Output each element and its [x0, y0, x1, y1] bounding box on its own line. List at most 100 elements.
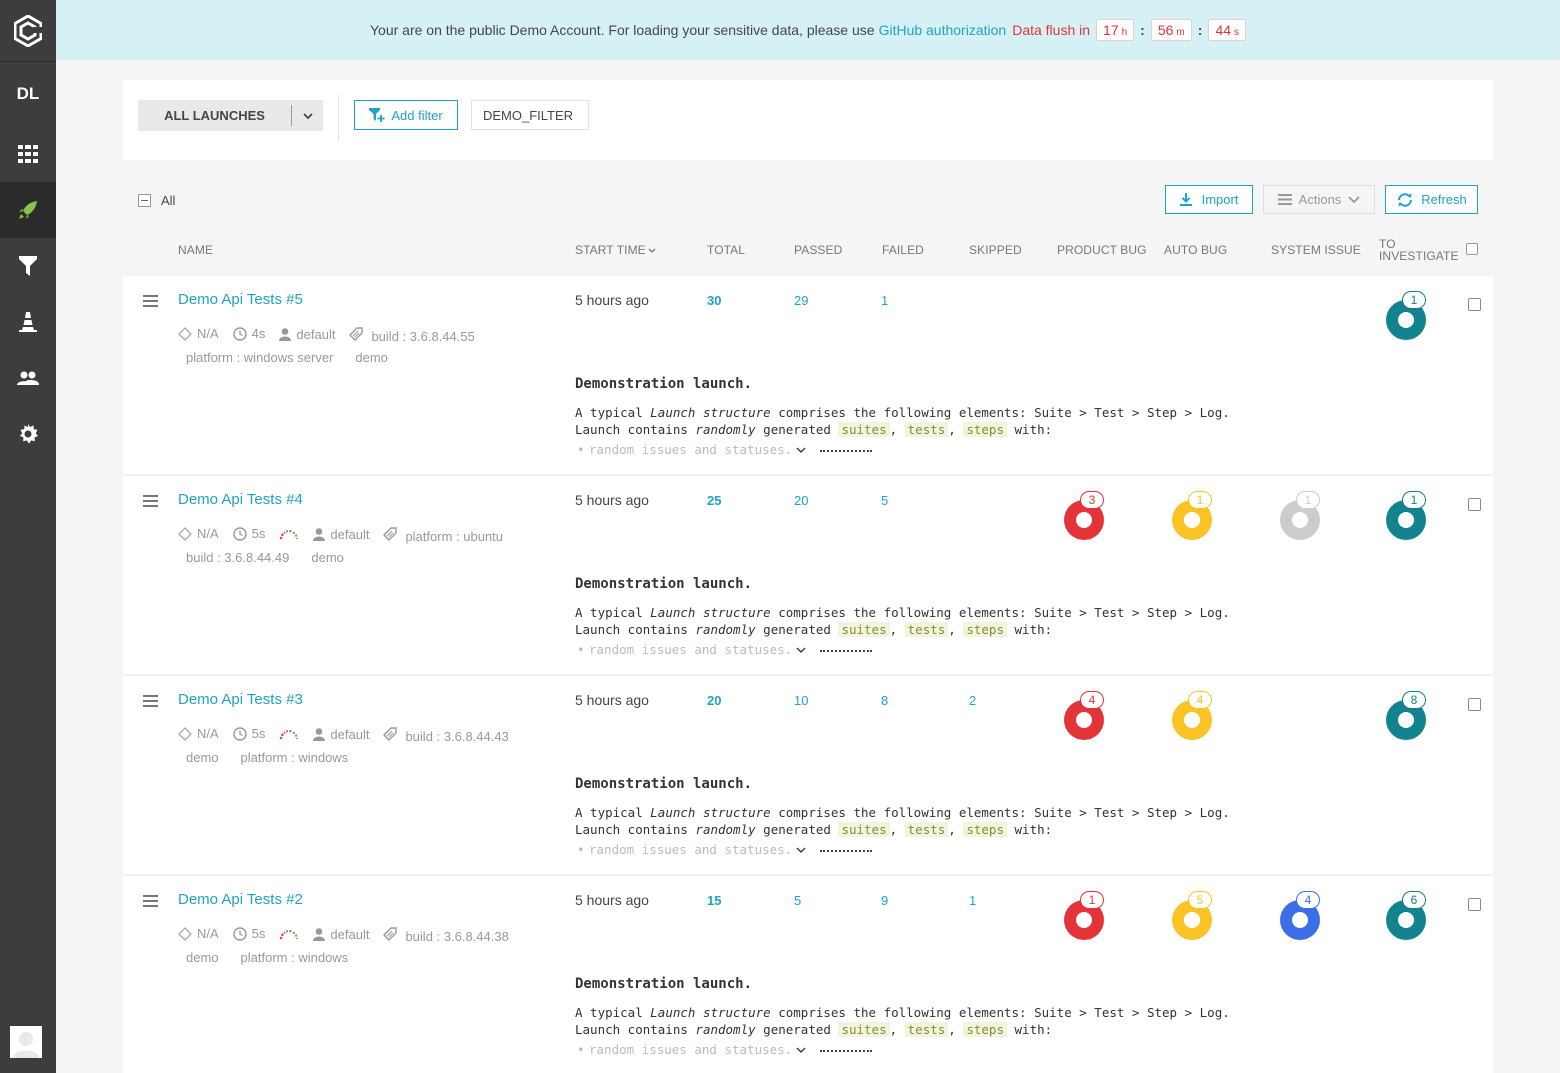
read-more-dots[interactable] — [820, 650, 873, 652]
drag-handle-icon[interactable] — [143, 895, 158, 910]
avatar[interactable] — [10, 1026, 42, 1058]
passed-count[interactable]: 20 — [794, 493, 808, 508]
chevron-down-icon[interactable] — [292, 112, 323, 119]
row-checkbox[interactable] — [1468, 698, 1481, 711]
drag-handle-icon[interactable] — [143, 695, 158, 710]
system-issue-donut[interactable]: 1 — [1280, 491, 1320, 540]
drag-handle-icon[interactable] — [143, 295, 158, 310]
attribute-tag[interactable]: build : 3.6.8.44.55 — [371, 329, 474, 344]
column-header-to-investigate[interactable]: TO INVESTIGATE — [1379, 238, 1459, 262]
total-count[interactable]: 15 — [707, 893, 721, 908]
sidebar-item-filters[interactable] — [0, 238, 56, 294]
auto-bug-badge[interactable]: 4 — [1188, 691, 1212, 709]
sidebar-item-settings[interactable] — [0, 406, 56, 462]
select-all-checkbox[interactable] — [138, 194, 151, 207]
auto-bug-donut[interactable]: 5 — [1172, 891, 1212, 940]
analysis-gauge[interactable] — [279, 929, 299, 941]
auto-bug-donut[interactable]: 1 — [1172, 491, 1212, 540]
passed-count[interactable]: 10 — [794, 693, 808, 708]
filter-tab-demo-filter[interactable]: DEMO_FILTER — [471, 100, 589, 130]
launch-name[interactable]: Demo Api Tests #2 — [178, 891, 303, 908]
row-checkbox[interactable] — [1468, 298, 1481, 311]
sidebar-item-dashboard[interactable] — [0, 126, 56, 182]
sidebar-item-debug[interactable] — [0, 294, 56, 350]
attribute-tag[interactable]: demo — [186, 750, 219, 765]
skipped-count[interactable]: 1 — [969, 893, 976, 908]
passed-count[interactable]: 5 — [794, 893, 801, 908]
product-bug-donut[interactable]: 3 — [1064, 491, 1104, 540]
all-launches-dropdown[interactable]: ALL LAUNCHES — [138, 100, 323, 131]
drag-handle-icon[interactable] — [143, 495, 158, 510]
to-investigate-donut[interactable]: 1 — [1386, 291, 1426, 340]
total-count[interactable]: 30 — [707, 293, 721, 308]
failed-count[interactable]: 8 — [881, 693, 888, 708]
passed-count[interactable]: 29 — [794, 293, 808, 308]
all-launches-label[interactable]: ALL LAUNCHES — [138, 108, 291, 123]
import-button[interactable]: Import — [1165, 185, 1253, 214]
to-investigate-badge[interactable]: 6 — [1402, 891, 1426, 909]
system-issue-donut[interactable]: 4 — [1280, 891, 1320, 940]
expand-chevron-icon[interactable] — [796, 841, 806, 858]
product-bug-badge[interactable]: 4 — [1080, 691, 1104, 709]
launch-owner[interactable]: default — [313, 924, 369, 945]
column-header-product-bug[interactable]: PRODUCT BUG — [1057, 243, 1147, 257]
read-more-dots[interactable] — [820, 850, 873, 852]
launch-name[interactable]: Demo Api Tests #3 — [178, 691, 303, 708]
attribute-tag[interactable]: demo — [311, 550, 344, 565]
failed-count[interactable]: 1 — [881, 293, 888, 308]
attribute-tag[interactable]: platform : windows — [241, 750, 349, 765]
attribute-tag[interactable]: demo — [186, 950, 219, 965]
launch-name[interactable]: Demo Api Tests #4 — [178, 491, 303, 508]
product-bug-donut[interactable]: 1 — [1064, 891, 1104, 940]
attribute-tag[interactable]: build : 3.6.8.44.49 — [186, 550, 289, 565]
total-count[interactable]: 20 — [707, 693, 721, 708]
product-bug-badge[interactable]: 3 — [1080, 491, 1104, 509]
select-all[interactable]: All — [138, 193, 175, 208]
expand-chevron-icon[interactable] — [796, 441, 806, 458]
auto-bug-badge[interactable]: 5 — [1188, 891, 1212, 909]
attribute-tag[interactable]: build : 3.6.8.44.43 — [405, 729, 508, 744]
github-auth-link[interactable]: GitHub authorization — [879, 22, 1007, 38]
analysis-gauge[interactable] — [279, 529, 299, 541]
header-checkbox[interactable] — [1466, 243, 1478, 255]
sidebar-item-launches[interactable] — [0, 182, 56, 238]
analysis-gauge[interactable] — [279, 729, 299, 741]
launch-owner[interactable]: default — [279, 324, 335, 345]
logo[interactable] — [0, 0, 56, 62]
project-selector[interactable]: DL — [0, 62, 56, 126]
launch-owner[interactable]: default — [313, 724, 369, 745]
attribute-tag[interactable]: platform : ubuntu — [405, 529, 503, 544]
attribute-tag[interactable]: demo — [355, 350, 388, 365]
system-issue-badge[interactable]: 4 — [1296, 891, 1320, 909]
to-investigate-badge[interactable]: 1 — [1402, 291, 1426, 309]
launch-name[interactable]: Demo Api Tests #5 — [178, 291, 303, 308]
column-header-system-issue[interactable]: SYSTEM ISSUE — [1271, 243, 1361, 257]
column-header-failed[interactable]: FAILED — [882, 243, 924, 257]
column-header-start-time[interactable]: START TIME — [575, 243, 656, 257]
expand-chevron-icon[interactable] — [796, 641, 806, 658]
read-more-dots[interactable] — [820, 450, 873, 452]
attribute-tag[interactable]: platform : windows — [241, 950, 349, 965]
system-issue-badge[interactable]: 1 — [1296, 491, 1320, 509]
product-bug-badge[interactable]: 1 — [1080, 891, 1104, 909]
to-investigate-donut[interactable]: 1 — [1386, 491, 1426, 540]
column-header-skipped[interactable]: SKIPPED — [969, 243, 1022, 257]
expand-chevron-icon[interactable] — [796, 1041, 806, 1058]
column-header-passed[interactable]: PASSED — [794, 243, 842, 257]
failed-count[interactable]: 5 — [881, 493, 888, 508]
skipped-count[interactable]: 2 — [969, 693, 976, 708]
read-more-dots[interactable] — [820, 1050, 873, 1052]
column-header-total[interactable]: TOTAL — [707, 243, 745, 257]
attribute-tag[interactable]: platform : windows server — [186, 350, 333, 365]
column-header-auto-bug[interactable]: AUTO BUG — [1164, 243, 1227, 257]
row-checkbox[interactable] — [1468, 898, 1481, 911]
to-investigate-badge[interactable]: 8 — [1402, 691, 1426, 709]
to-investigate-donut[interactable]: 8 — [1386, 691, 1426, 740]
attribute-tag[interactable]: build : 3.6.8.44.38 — [405, 929, 508, 944]
refresh-button[interactable]: Refresh — [1385, 185, 1478, 214]
auto-bug-donut[interactable]: 4 — [1172, 691, 1212, 740]
auto-bug-badge[interactable]: 1 — [1188, 491, 1212, 509]
actions-dropdown[interactable]: Actions — [1263, 185, 1375, 214]
product-bug-donut[interactable]: 4 — [1064, 691, 1104, 740]
sidebar-item-members[interactable] — [0, 350, 56, 406]
